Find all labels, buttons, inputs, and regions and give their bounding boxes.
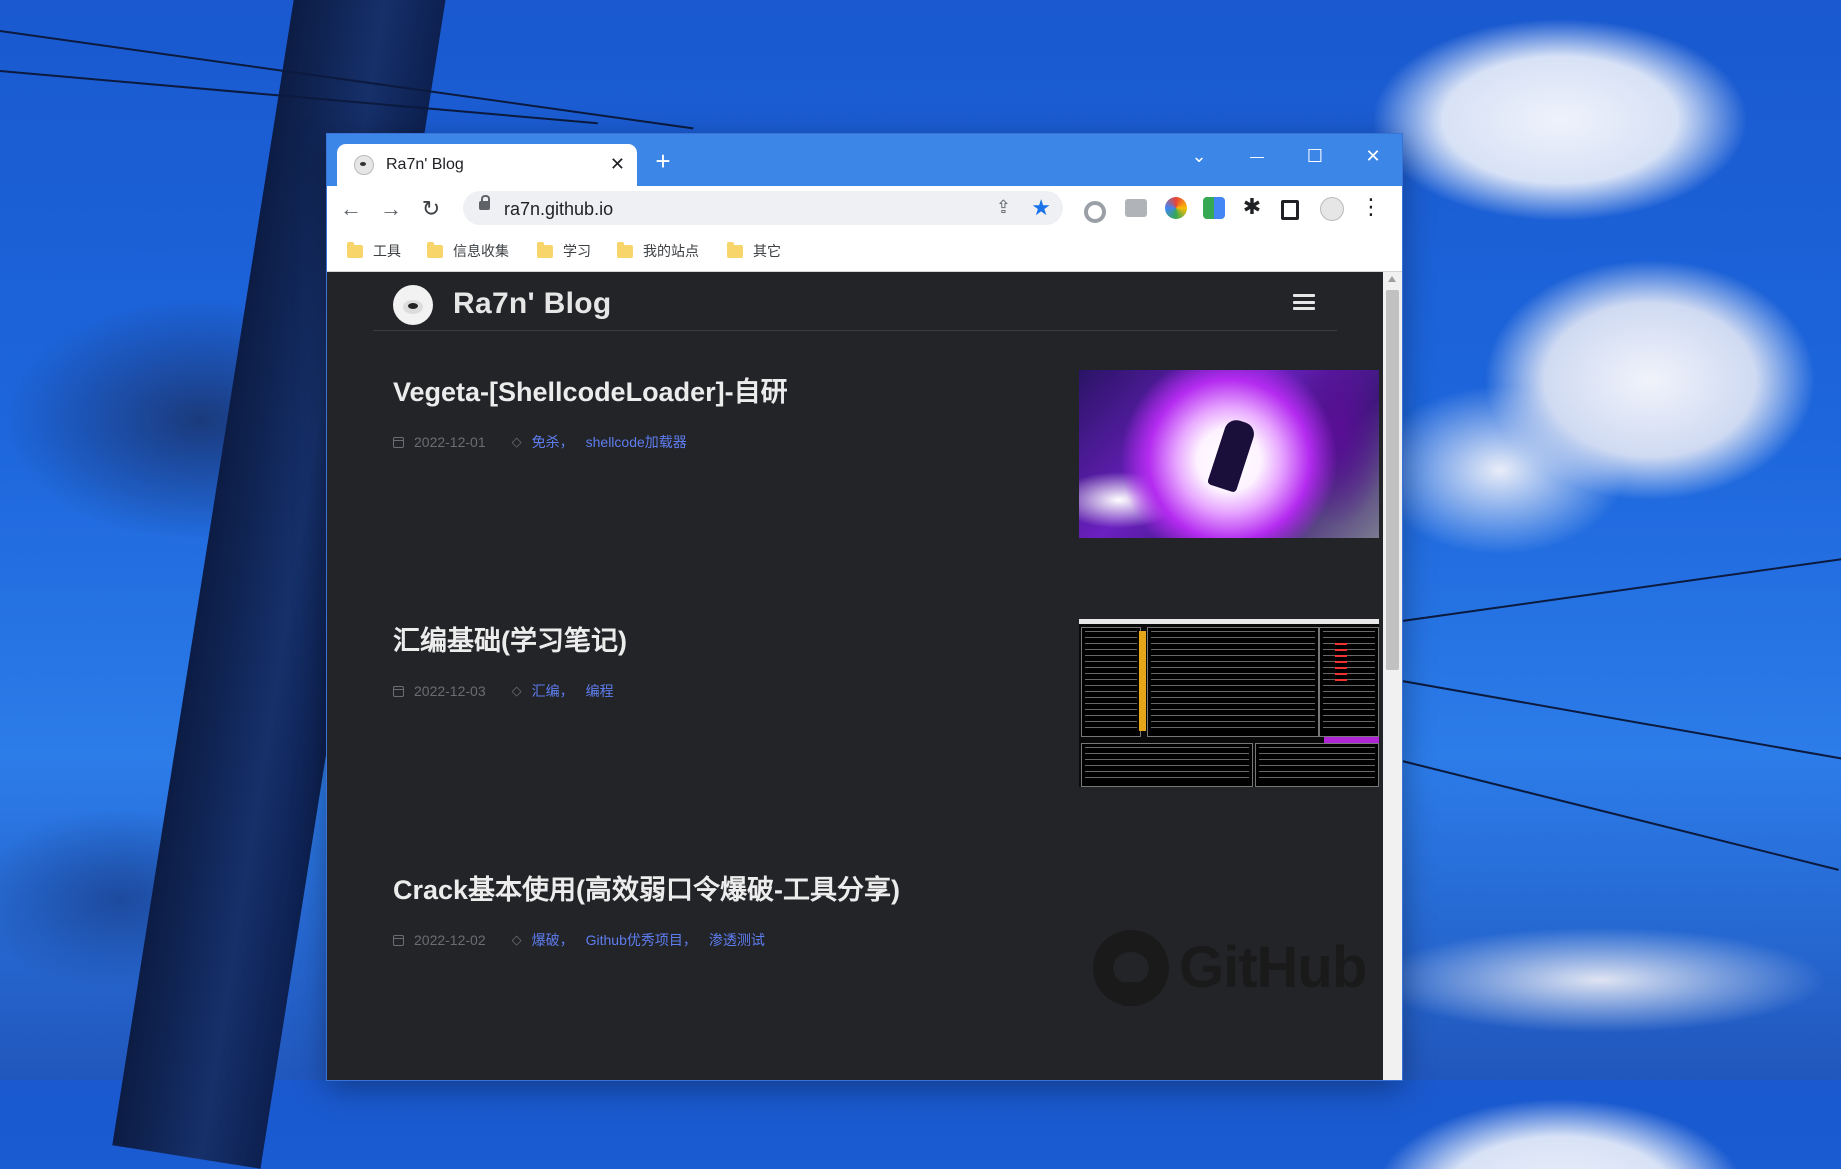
star-icon[interactable]: ★ <box>1031 195 1051 221</box>
calendar-icon <box>393 685 404 697</box>
profile-avatar-icon[interactable] <box>1320 197 1344 221</box>
bookmark-folder[interactable]: 学习 <box>537 241 591 261</box>
tag-separator: ， <box>682 932 697 948</box>
wallpaper-wire <box>1401 557 1841 622</box>
site-avatar[interactable] <box>393 285 433 325</box>
post-date: 2022-12-01 <box>414 434 486 450</box>
post-title[interactable]: Vegeta-[ShellcodeLoader]-自研 <box>393 370 788 409</box>
folder-icon <box>537 241 553 258</box>
tag-icon: ◇ <box>511 932 522 947</box>
post-meta: 2022-12-02 ◇ 爆破， Github优秀项目， 渗透测试 <box>393 930 765 950</box>
post-tag[interactable]: 爆破 <box>532 930 560 950</box>
bookmark-folder[interactable]: 我的站点 <box>617 241 699 261</box>
more-icon[interactable]: ⋮ <box>1358 194 1384 220</box>
github-logo-icon <box>1093 930 1169 1006</box>
back-icon[interactable]: ← <box>338 196 364 222</box>
tab-title: Ra7n' Blog <box>386 156 464 173</box>
tag-icon: ◇ <box>511 434 522 449</box>
bookmark-label: 其它 <box>753 243 781 259</box>
share-icon[interactable]: ⇪ <box>996 197 1011 218</box>
post-tag[interactable]: 渗透测试 <box>709 930 765 950</box>
tag-separator: ， <box>559 683 574 699</box>
post-card: 汇编基础(学习笔记) 2022-12-03 ◇ 汇编， 编程 <box>393 619 1379 789</box>
site-header: Ra7n' Blog <box>373 272 1337 331</box>
thumbnail-pane <box>1319 627 1379 737</box>
thumbnail-highlight <box>1139 631 1146 731</box>
post-tag[interactable]: Github优秀项目 <box>586 930 683 950</box>
post-meta: 2022-12-03 ◇ 汇编， 编程 <box>393 681 614 701</box>
post-tag[interactable]: 编程 <box>586 681 614 701</box>
thumbnail-pane <box>1081 743 1253 787</box>
tab-close-icon[interactable]: ✕ <box>610 154 625 175</box>
scrollbar-thumb[interactable] <box>1386 290 1399 670</box>
favicon-icon <box>354 155 374 175</box>
bookmark-label: 我的站点 <box>643 243 699 259</box>
tag-icon: ◇ <box>511 683 522 698</box>
thumbnail-pane <box>1255 743 1379 787</box>
calendar-icon <box>393 436 404 448</box>
post-title[interactable]: Crack基本使用(高效弱口令爆破-工具分享) <box>393 868 900 907</box>
folder-icon <box>617 241 633 258</box>
wallpaper-wire <box>1401 760 1839 871</box>
lock-icon[interactable] <box>479 195 490 210</box>
hamburger-menu-icon[interactable] <box>1293 294 1315 310</box>
post-tag[interactable]: shellcode加载器 <box>586 432 687 452</box>
post-thumbnail[interactable]: GitHub <box>1079 868 1379 1036</box>
title-bar: Ra7n' Blog ✕ + ⌄ — ☐ ✕ <box>327 134 1402 186</box>
post-meta: 2022-12-01 ◇ 免杀， shellcode加载器 <box>393 432 687 452</box>
post-date: 2022-12-03 <box>414 683 486 699</box>
tag-separator: ， <box>559 932 574 948</box>
thumbnail-menubar <box>1079 619 1379 624</box>
folder-icon <box>727 241 743 258</box>
minimize-button[interactable]: — <box>1237 148 1277 164</box>
browser-toolbar: ← → ↻ ra7n.github.io ⇪ ★ ✱ ⋮ <box>327 186 1402 231</box>
maximize-button[interactable]: ☐ <box>1295 146 1335 167</box>
extension-grid-icon[interactable] <box>1203 197 1225 219</box>
page-viewport: Ra7n' Blog Vegeta-[ShellcodeLoader]-自研 2… <box>327 272 1383 1080</box>
post-tag[interactable]: 免杀 <box>532 432 560 452</box>
calendar-icon <box>393 934 404 946</box>
url-text[interactable]: ra7n.github.io <box>504 199 613 220</box>
wallpaper-wire <box>1401 680 1841 761</box>
bookmark-label: 工具 <box>373 243 401 259</box>
folder-icon <box>347 241 363 258</box>
extension-color-icon[interactable] <box>1165 197 1187 219</box>
thumbnail-pane <box>1147 627 1319 737</box>
post-thumbnail[interactable] <box>1079 619 1379 787</box>
bookmark-label: 信息收集 <box>453 243 509 259</box>
post-thumbnail[interactable] <box>1079 370 1379 538</box>
thumbnail-figure <box>1206 417 1258 493</box>
page-scrollbar[interactable] <box>1383 272 1402 1080</box>
thumbnail-highlight <box>1335 643 1347 683</box>
bookmark-label: 学习 <box>563 243 591 259</box>
sidebar-icon[interactable] <box>1281 200 1299 220</box>
post-title[interactable]: 汇编基础(学习笔记) <box>393 619 627 658</box>
new-tab-button[interactable]: + <box>649 146 677 177</box>
post-date: 2022-12-02 <box>414 932 486 948</box>
post-tag[interactable]: 汇编 <box>532 681 560 701</box>
extensions-icon[interactable]: ✱ <box>1239 194 1265 220</box>
bookmark-folder[interactable]: 其它 <box>727 241 781 261</box>
reload-icon[interactable]: ↻ <box>418 196 444 222</box>
post-card: Crack基本使用(高效弱口令爆破-工具分享) 2022-12-02 ◇ 爆破，… <box>393 868 1379 1038</box>
browser-window: Ra7n' Blog ✕ + ⌄ — ☐ ✕ ← → ↻ ra7n.github… <box>327 134 1402 1080</box>
close-window-button[interactable]: ✕ <box>1353 146 1393 167</box>
site-title[interactable]: Ra7n' Blog <box>453 287 611 321</box>
folder-icon <box>427 241 443 258</box>
post-card: Vegeta-[ShellcodeLoader]-自研 2022-12-01 ◇… <box>393 370 1379 540</box>
extension-circle-icon[interactable] <box>1084 201 1106 223</box>
forward-icon[interactable]: → <box>378 196 404 222</box>
extension-mail-icon[interactable] <box>1125 199 1147 217</box>
github-wordmark: GitHub <box>1179 935 1367 1000</box>
thumbnail-pane <box>1081 627 1141 737</box>
tag-separator: ， <box>559 434 574 450</box>
browser-tab[interactable]: Ra7n' Blog ✕ <box>337 144 637 186</box>
bookmarks-bar: 工具 信息收集 学习 我的站点 其它 <box>327 231 1402 272</box>
bookmark-folder[interactable]: 信息收集 <box>427 241 509 261</box>
address-bar[interactable]: ra7n.github.io ⇪ ★ <box>463 191 1063 225</box>
bookmark-folder[interactable]: 工具 <box>347 241 401 261</box>
tab-search-button[interactable]: ⌄ <box>1179 146 1219 167</box>
scroll-up-icon[interactable] <box>1388 276 1396 282</box>
